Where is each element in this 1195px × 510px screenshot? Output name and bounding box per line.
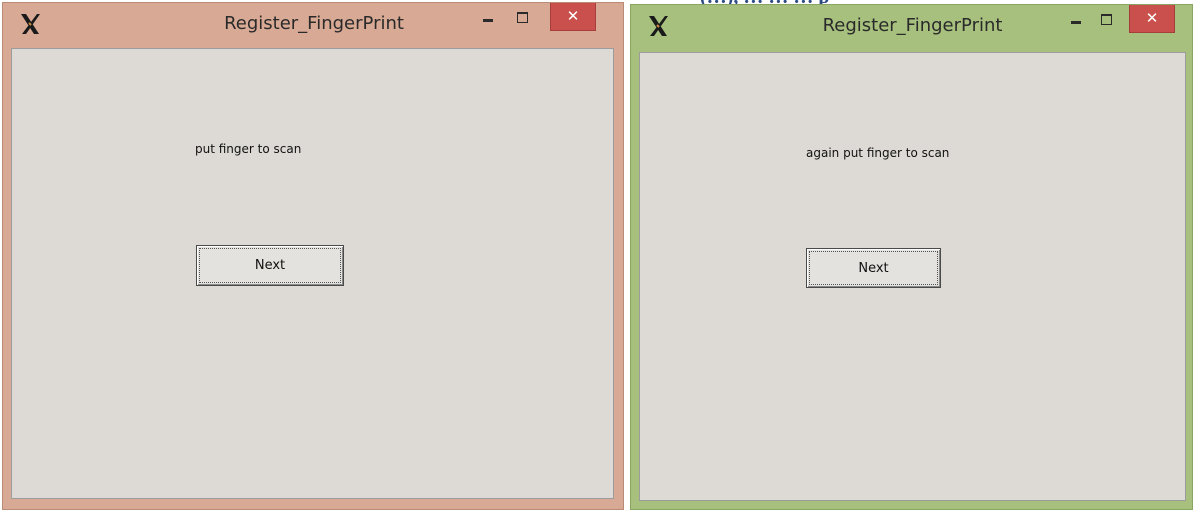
- title-bar[interactable]: Register_FingerPrint ✕: [3, 3, 623, 45]
- close-button[interactable]: ✕: [1129, 5, 1175, 33]
- next-button[interactable]: Next: [196, 245, 344, 286]
- scan-prompt-label: put finger to scan: [195, 142, 302, 156]
- next-button[interactable]: Next: [806, 248, 941, 288]
- register-fingerprint-window-1: Register_FingerPrint ✕ put finger to sca…: [2, 2, 624, 510]
- close-icon: ✕: [1145, 9, 1159, 27]
- minimize-button[interactable]: [1061, 5, 1091, 33]
- title-bar[interactable]: Register_FingerPrint ✕: [631, 5, 1192, 47]
- maximize-button[interactable]: [1091, 5, 1121, 33]
- close-button[interactable]: ✕: [550, 3, 596, 31]
- window-client-area: put finger to scan Next: [11, 48, 614, 499]
- scan-prompt-label: again put finger to scan: [806, 146, 950, 160]
- window-client-area: again put finger to scan Next: [639, 52, 1186, 501]
- close-icon: ✕: [566, 7, 580, 25]
- maximize-icon: [1100, 13, 1112, 25]
- minimize-icon: [1071, 20, 1081, 24]
- minimize-button[interactable]: [473, 3, 503, 31]
- register-fingerprint-window-2: Register_FingerPrint ✕ again put finger …: [630, 4, 1193, 510]
- maximize-icon: [516, 11, 528, 23]
- minimize-icon: [483, 18, 493, 22]
- maximize-button[interactable]: [507, 3, 537, 31]
